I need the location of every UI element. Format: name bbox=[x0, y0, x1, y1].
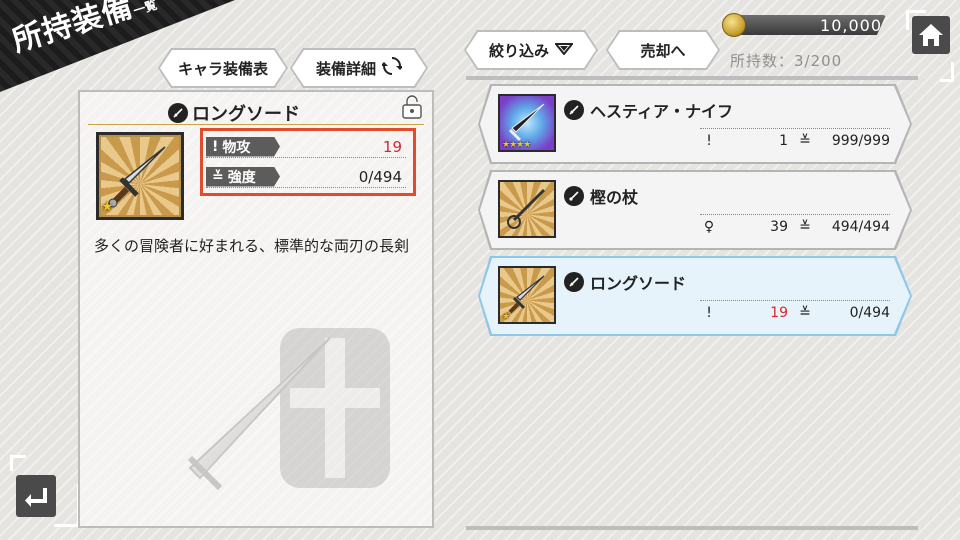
item-thumbnail bbox=[498, 180, 556, 238]
home-icon bbox=[912, 16, 950, 54]
sell-button[interactable]: 売却へ bbox=[608, 32, 718, 68]
durability-value: 999/999 bbox=[831, 133, 890, 149]
attack-value: 19 bbox=[770, 305, 788, 321]
item-name: 樫の杖 bbox=[564, 184, 638, 208]
anvil-icon: ≚ bbox=[799, 305, 811, 321]
list-item-selected[interactable]: ★ ロングソード ! 19 ≚ 0/494 bbox=[480, 258, 910, 334]
filter-label: 絞り込み bbox=[488, 41, 549, 60]
rarity-stars: ★ bbox=[502, 312, 510, 322]
attack-icon: ! bbox=[706, 133, 712, 149]
item-name: ヘスティア・ナイフ bbox=[564, 98, 733, 122]
unlock-icon[interactable] bbox=[400, 94, 424, 124]
list-item[interactable]: 樫の杖 ♀ 39 ≚ 494/494 bbox=[480, 172, 910, 248]
equip-detail-button[interactable]: 装備詳細 bbox=[292, 50, 426, 86]
home-button[interactable] bbox=[906, 10, 954, 82]
item-stats: ! 1 ≚ 999/999 bbox=[700, 128, 890, 149]
durability-value: 0/494 bbox=[849, 305, 890, 321]
stat-label: ≚ 強度 bbox=[206, 167, 280, 187]
attack-value: 1 bbox=[779, 133, 788, 149]
item-thumbnail: ★ bbox=[498, 266, 556, 324]
sword-type-icon bbox=[168, 103, 188, 123]
item-description: 多くの冒険者に好まれる、標準的な両刃の長剣 bbox=[94, 237, 410, 255]
durability-value: 494/494 bbox=[831, 219, 890, 235]
item-stats: ♀ 39 ≚ 494/494 bbox=[700, 214, 890, 235]
item-stats: ! 19 ≚ 0/494 bbox=[700, 300, 890, 321]
stat-row-attack: ! 物攻 19 bbox=[206, 136, 406, 158]
char-equip-label: キャラ装備表 bbox=[177, 59, 268, 78]
durability-value: 0/494 bbox=[358, 167, 402, 186]
char-equip-button[interactable]: キャラ装備表 bbox=[160, 50, 286, 86]
equip-detail-label: 装備詳細 bbox=[315, 59, 376, 78]
detail-name-text: ロングソード bbox=[192, 104, 300, 125]
staff-type-icon bbox=[564, 186, 584, 206]
stat-label: ! 物攻 bbox=[206, 137, 280, 157]
triangle-down-icon bbox=[555, 41, 573, 59]
list-divider bbox=[466, 76, 918, 80]
corner-bracket bbox=[940, 62, 954, 82]
sword-type-icon bbox=[564, 100, 584, 120]
attack-value: 19 bbox=[382, 137, 402, 156]
detail-item-name: ロングソード bbox=[168, 100, 300, 126]
gold-bar: 10,000 bbox=[734, 15, 886, 35]
attack-icon: ! bbox=[706, 305, 712, 321]
item-portrait: ★ bbox=[96, 132, 184, 220]
corner-bracket bbox=[54, 485, 80, 527]
refresh-icon bbox=[382, 56, 402, 80]
stat-row-durability: ≚ 強度 0/494 bbox=[206, 166, 406, 188]
staff-icon bbox=[500, 182, 554, 236]
list-item[interactable]: ★★★★ ヘスティア・ナイフ ! 1 ≚ 999/999 bbox=[480, 86, 910, 162]
rarity-stars: ★★★★ bbox=[502, 140, 531, 150]
magic-value: 39 bbox=[770, 219, 788, 235]
magic-icon: ♀ bbox=[703, 219, 715, 235]
rarity-star: ★ bbox=[101, 199, 114, 215]
back-button[interactable] bbox=[10, 455, 80, 530]
attack-icon: ! bbox=[212, 138, 219, 155]
item-thumbnail: ★★★★ bbox=[498, 94, 556, 152]
anvil-icon: ≚ bbox=[212, 168, 224, 185]
gold-value: 10,000 bbox=[820, 16, 882, 35]
corner-bracket bbox=[10, 455, 26, 471]
sword-shield-watermark bbox=[180, 318, 410, 502]
back-arrow-icon bbox=[16, 475, 56, 517]
sell-label: 売却へ bbox=[640, 41, 686, 60]
anvil-icon: ≚ bbox=[799, 133, 811, 149]
coin-icon bbox=[722, 13, 746, 37]
list-divider bbox=[466, 526, 918, 530]
item-name: ロングソード bbox=[564, 270, 686, 294]
sword-type-icon bbox=[564, 272, 584, 292]
anvil-icon: ≚ bbox=[799, 219, 811, 235]
filter-button[interactable]: 絞り込み bbox=[466, 32, 596, 68]
gold-display: 10,000 bbox=[722, 13, 886, 37]
possession-count: 所持数：3/200 bbox=[730, 52, 843, 70]
